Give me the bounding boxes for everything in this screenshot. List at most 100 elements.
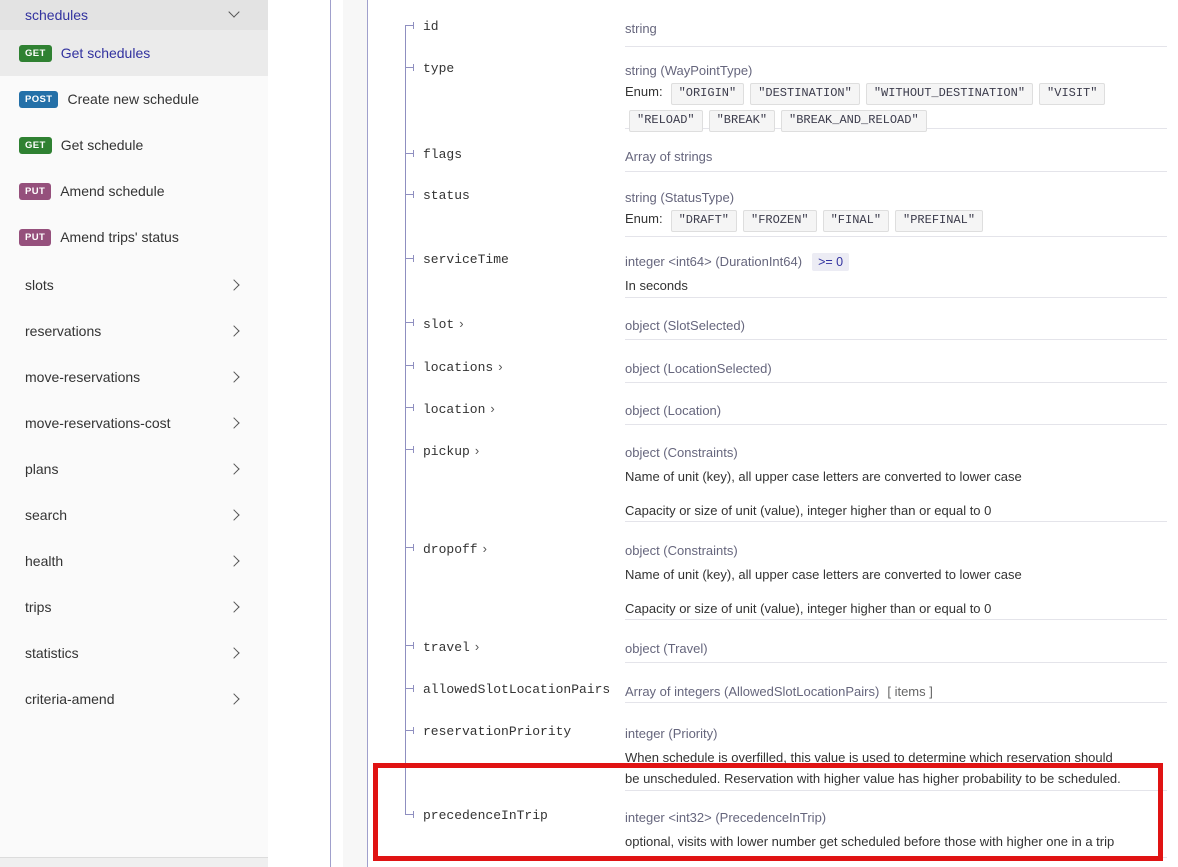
schema-row-slot: slot› object (SlotSelected) — [423, 309, 1167, 340]
operation-label: Amend schedule — [60, 183, 164, 199]
field-name-expandable[interactable]: slot› — [423, 316, 628, 332]
group-label: move-reservations — [25, 369, 140, 385]
sidebar-item-plans[interactable]: plans — [0, 446, 268, 492]
sidebar-item-search[interactable]: search — [0, 492, 268, 538]
http-method-badge: PUT — [19, 229, 51, 246]
enum-value: "RELOAD" — [629, 110, 703, 132]
enum-value: "WITHOUT_DESTINATION" — [866, 83, 1033, 105]
sidebar-groups: slots reservations move-reservations mov… — [0, 262, 268, 722]
schema-row-pickup: pickup› object (Constraints) Name of uni… — [423, 436, 1167, 522]
field-name-expandable[interactable]: pickup› — [423, 443, 628, 459]
sidebar-item-trips[interactable]: trips — [0, 584, 268, 630]
group-label: slots — [25, 277, 54, 293]
group-label: health — [25, 553, 63, 569]
field-name-expandable[interactable]: dropoff› — [423, 541, 628, 557]
enum-value: "DESTINATION" — [750, 83, 860, 105]
schema-row-type: type string (WayPointType) Enum:"ORIGIN"… — [423, 54, 1167, 129]
field-name: allowedSlotLocationPairs — [423, 682, 628, 697]
items-link[interactable]: [ items ] — [887, 684, 933, 699]
sidebar-item-criteria-amend[interactable]: criteria-amend — [0, 676, 268, 722]
field-name-expandable[interactable]: locations› — [423, 359, 628, 375]
field-description: optional, visits with lower number get s… — [625, 831, 1167, 852]
operation-label: Get schedule — [61, 137, 144, 153]
sidebar-item-get-schedule[interactable]: GET Get schedule — [0, 122, 268, 168]
http-method-badge: POST — [19, 91, 58, 108]
chevron-right-icon — [228, 325, 239, 336]
chevron-right-icon — [228, 509, 239, 520]
enum-list: Enum:"DRAFT""FROZEN""FINAL""PREFINAL" — [625, 210, 1167, 237]
chevron-right-icon — [228, 463, 239, 474]
chevron-right-icon — [228, 693, 239, 704]
enum-value: "BREAK_AND_RELOAD" — [781, 110, 927, 132]
sidebar-bottom-strip — [0, 858, 268, 867]
field-description: In seconds — [625, 275, 1167, 296]
chevron-right-icon — [228, 417, 239, 428]
sidebar-item-move-reservations[interactable]: move-reservations — [0, 354, 268, 400]
sidebar-group-schedules[interactable]: schedules — [0, 0, 268, 30]
sidebar-item-health[interactable]: health — [0, 538, 268, 584]
field-name: type — [423, 61, 628, 76]
operation-label: Create new schedule — [67, 91, 199, 107]
field-name-expandable[interactable]: travel› — [423, 639, 628, 655]
schema-row-serviceTime: serviceTime integer <int64> (DurationInt… — [423, 245, 1167, 298]
enum-value: "FROZEN" — [743, 210, 817, 232]
group-label: plans — [25, 461, 58, 477]
schema-row-location: location› object (Location) — [423, 394, 1167, 425]
field-type: object (Constraints) — [625, 541, 1167, 561]
field-name: status — [423, 188, 628, 203]
group-label: search — [25, 507, 67, 523]
expand-chevron-icon: › — [475, 639, 479, 654]
field-name: flags — [423, 147, 628, 162]
sidebar-item-amend-trips-status[interactable]: PUT Amend trips' status — [0, 214, 268, 260]
http-method-badge: GET — [19, 137, 52, 154]
outer-tree-line — [330, 0, 331, 867]
enum-value: "VISIT" — [1039, 83, 1105, 105]
group-label: statistics — [25, 645, 79, 661]
enum-label: Enum: — [625, 211, 663, 226]
expand-chevron-icon: › — [483, 541, 487, 556]
chevron-right-icon — [228, 279, 239, 290]
redoc-page: schedules GET Get schedules POST Create … — [0, 0, 1178, 867]
chevron-right-icon — [228, 555, 239, 566]
enum-value: "DRAFT" — [671, 210, 737, 232]
operation-label: Get schedules — [61, 45, 151, 61]
field-type: integer <int64> (DurationInt64)>= 0 — [625, 252, 1167, 272]
chevron-right-icon — [228, 371, 239, 382]
group-label: move-reservations-cost — [25, 415, 171, 431]
enum-value: "BREAK" — [709, 110, 775, 132]
field-type: string (WayPointType) — [625, 61, 1167, 81]
enum-value: "ORIGIN" — [671, 83, 745, 105]
field-type: object (LocationSelected) — [625, 359, 1167, 379]
field-type: integer <int32> (PrecedenceInTrip) — [625, 808, 1167, 828]
expand-chevron-icon: › — [498, 359, 502, 374]
sidebar-item-slots[interactable]: slots — [0, 262, 268, 308]
sidebar-item-amend-schedule[interactable]: PUT Amend schedule — [0, 168, 268, 214]
sidebar-item-create-new-schedule[interactable]: POST Create new schedule — [0, 76, 268, 122]
group-label: criteria-amend — [25, 691, 114, 707]
outer-tree-line — [367, 0, 368, 867]
chevron-right-icon — [228, 647, 239, 658]
schema-row-reservationPriority: reservationPriority integer (Priority) W… — [423, 717, 1167, 791]
field-name-expandable[interactable]: location› — [423, 401, 628, 417]
schema-row-flags: flags Array of strings — [423, 140, 1167, 172]
nested-level-band — [343, 0, 367, 867]
expand-chevron-icon: › — [490, 401, 494, 416]
chevron-down-icon — [228, 6, 239, 17]
field-name: precedenceInTrip — [423, 808, 628, 823]
schema-tree-trunk — [405, 25, 406, 815]
enum-value: "FINAL" — [823, 210, 889, 232]
field-description: Name of unit (key), all upper case lette… — [625, 466, 1167, 521]
sidebar-group-label: schedules — [25, 7, 88, 23]
schema-row-locations: locations› object (LocationSelected) — [423, 352, 1167, 383]
field-name: reservationPriority — [423, 724, 628, 739]
sidebar-item-reservations[interactable]: reservations — [0, 308, 268, 354]
constraint-badge: >= 0 — [812, 253, 849, 271]
field-name: serviceTime — [423, 252, 628, 267]
field-type: string — [625, 19, 1167, 39]
sidebar: schedules GET Get schedules POST Create … — [0, 0, 268, 867]
sidebar-item-move-reservations-cost[interactable]: move-reservations-cost — [0, 400, 268, 446]
field-type: object (Travel) — [625, 639, 1167, 659]
expand-chevron-icon: › — [459, 316, 463, 331]
sidebar-item-statistics[interactable]: statistics — [0, 630, 268, 676]
sidebar-item-get-schedules[interactable]: GET Get schedules — [0, 30, 268, 76]
